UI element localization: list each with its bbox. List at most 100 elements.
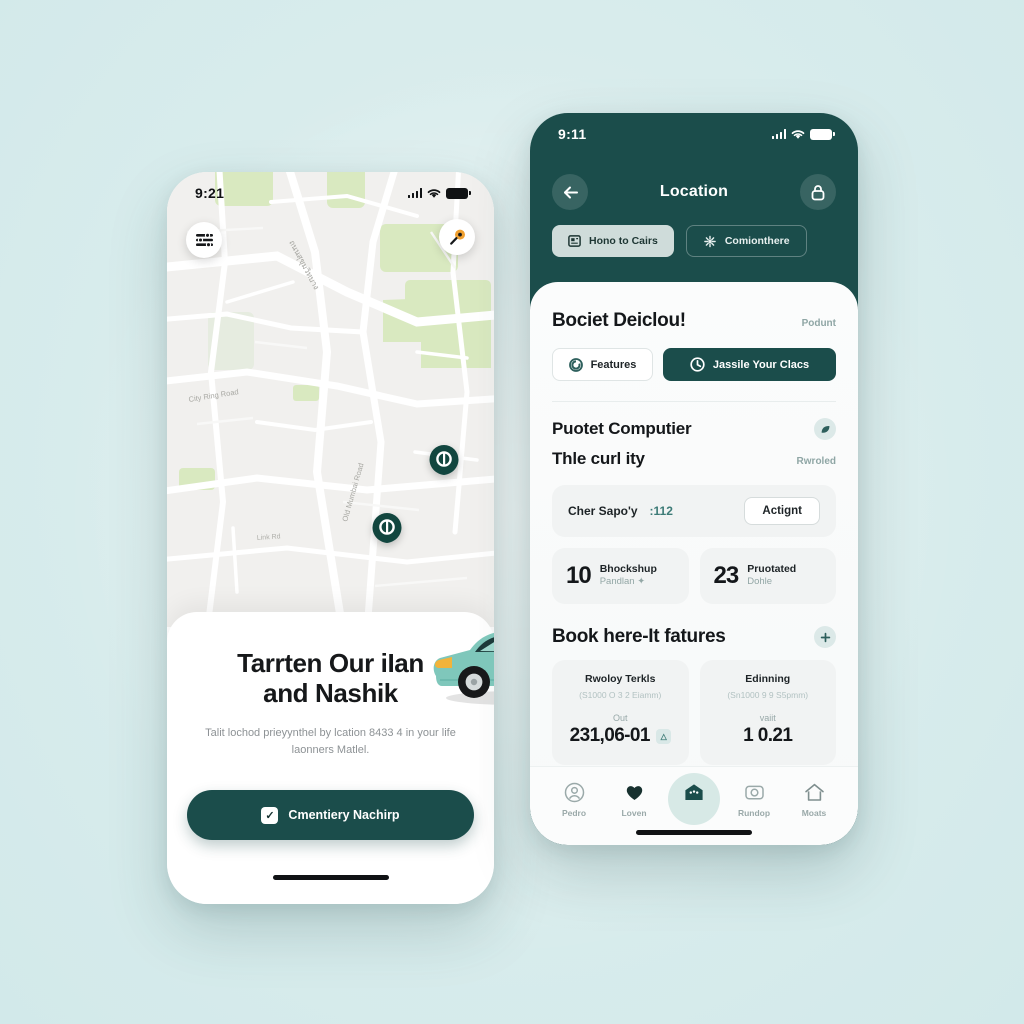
- right-header: 9:11 Location Hono to Cairs Comionthere: [530, 113, 858, 288]
- pin-location-1[interactable]: [428, 443, 460, 485]
- book-card-label: vaiit: [759, 713, 776, 723]
- location-pin-search-icon[interactable]: [439, 219, 475, 255]
- sparkle-icon: [704, 235, 716, 247]
- tab-rundop-label: Rundop: [737, 808, 771, 818]
- battery-full-icon: [810, 128, 835, 140]
- lock-button[interactable]: [800, 174, 836, 210]
- check-circle-icon: [690, 357, 705, 372]
- right-phone-mockup: 9:11 Location Hono to Cairs Comionthere …: [530, 113, 858, 845]
- arrow-left-icon: [563, 186, 578, 198]
- camera-icon: [744, 785, 764, 800]
- right-home-indicator: [636, 830, 752, 835]
- book-card-subtitle: (S1000 O 3 2 Eiamm): [579, 690, 662, 700]
- segment-jassile-your-clacs[interactable]: Jassile Your Clacs: [663, 348, 836, 381]
- segment-jassile-label: Jassile Your Clacs: [712, 358, 810, 371]
- right-nav-row: Location: [530, 171, 858, 213]
- left-sheet-title-line1: Tarrten Our iIan: [237, 648, 424, 678]
- left-phone-mockup: ถนนสุขุมวิทบาง City Ring Road Old Mumbai…: [167, 172, 494, 904]
- chip-hono-to-cairs[interactable]: Hono to Cairs: [552, 225, 674, 257]
- page-title: Location: [659, 183, 729, 200]
- tab-loven-label: Loven: [621, 808, 647, 818]
- stat-title: Bhockshup: [599, 563, 657, 576]
- stat-subtitle: Dohle: [747, 576, 773, 588]
- mid-section-subtitle-meta: Rwroled: [796, 456, 836, 467]
- pin-location-2[interactable]: [371, 511, 403, 553]
- stat-text: Bhockshup Pandlan ✦: [600, 563, 657, 588]
- book-card-value: 1 0.21: [743, 725, 793, 746]
- stat-card-pruotated[interactable]: 23 Pruotated Dohle: [699, 548, 836, 604]
- circle-arrow-icon: [568, 357, 583, 372]
- bottom-section-title: Book here-It fatures: [552, 626, 726, 647]
- continue-button-label: Cmentiery Nachirp: [288, 808, 400, 822]
- plus-badge-icon[interactable]: [814, 626, 836, 648]
- mid-section-header: Puotet Computier: [552, 418, 836, 440]
- continue-button[interactable]: ✓ Cmentiery Nachirp: [187, 790, 474, 840]
- wallet-home-icon: [685, 784, 703, 800]
- tab-pedro-label: Pedro: [561, 808, 587, 818]
- tab-loven[interactable]: Loven: [604, 777, 664, 818]
- mid-section-subtitle: Thle curl ity: [552, 449, 645, 468]
- map-view[interactable]: ถนนสุขุมวิทบาง City Ring Road Old Mumbai…: [167, 172, 494, 627]
- book-card-value: 231,06-01: [569, 725, 651, 746]
- book-card-value-row: 1 0.21: [710, 725, 827, 747]
- segment-row: Features Jassile Your Clacs: [552, 348, 836, 381]
- card-icon: [568, 235, 581, 247]
- wifi-icon: [791, 129, 805, 139]
- filter-menu-icon[interactable]: [186, 222, 222, 258]
- top-section-meta: Podunt: [801, 318, 836, 329]
- stat-card-bhockshup[interactable]: 10 Bhockshup Pandlan ✦: [552, 548, 689, 604]
- leaf-badge-icon[interactable]: [814, 418, 836, 440]
- chip-comionthere-label: Comionthere: [724, 235, 790, 247]
- mid-section-title: Puotet Computier: [552, 419, 692, 438]
- heart-icon: [626, 786, 642, 800]
- checkbox-checked-icon: ✓: [261, 806, 279, 824]
- right-status-bar: 9:11: [530, 113, 858, 155]
- book-card-value-row: 231,06-01 △: [562, 725, 679, 747]
- book-card-rwoloy-terkls[interactable]: Rwoloy Terkls (S1000 O 3 2 Eiamm) Out 23…: [552, 660, 689, 765]
- top-section-title: Bociet Deiclou!: [552, 310, 686, 331]
- header-chip-row: Hono to Cairs Comionthere: [552, 225, 807, 257]
- segment-features-label: Features: [590, 358, 637, 371]
- tab-moats-label: Moats: [801, 808, 827, 818]
- top-section-header: Bociet Deiclou! Podunt: [552, 310, 836, 332]
- left-status-time: 9:21: [195, 185, 225, 201]
- left-sheet-title-line2: and Nashik: [263, 678, 398, 709]
- left-sheet-body: Talit lochod prieyynthel by lcation 8433…: [205, 726, 456, 756]
- right-content-panel: Bociet Deiclou! Podunt Features Jassile …: [530, 282, 858, 845]
- lock-icon: [811, 184, 825, 200]
- signal-bars-icon: [407, 188, 422, 198]
- left-sheet-title: Tarrten Our iIan and Nashik: [197, 648, 464, 709]
- book-card-title: Rwoloy Terkls: [585, 673, 656, 685]
- stat-number: 10: [566, 562, 592, 589]
- book-card-edinning[interactable]: Edinning (Sn1000 9 9 S5pmm) vaiit 1 0.21: [699, 660, 836, 765]
- chip-hono-to-cairs-label: Hono to Cairs: [589, 235, 658, 247]
- tab-peymt[interactable]: Peymt: [664, 777, 724, 818]
- stat-text: Pruotated Dohle: [747, 563, 796, 588]
- right-status-time: 9:11: [558, 126, 587, 142]
- left-home-indicator: [272, 875, 389, 880]
- tab-pedro[interactable]: Pedro: [544, 777, 604, 818]
- right-status-icons: [771, 128, 835, 140]
- book-card-title: Edinning: [745, 673, 791, 685]
- tab-moats[interactable]: Moats: [784, 777, 844, 818]
- chip-comionthere[interactable]: Comionthere: [685, 225, 807, 257]
- wifi-icon: [427, 188, 441, 198]
- stat-title: Pruotated: [747, 563, 797, 576]
- book-card-row: Rwoloy Terkls (S1000 O 3 2 Eiamm) Out 23…: [552, 660, 836, 765]
- back-button[interactable]: [552, 174, 588, 210]
- supply-value: :112: [649, 504, 673, 518]
- mid-section-subheader: Thle curl ity Rwroled: [552, 449, 836, 469]
- supply-action-button[interactable]: Actignt: [744, 497, 820, 525]
- bottom-section-header: Book here-It fatures: [552, 626, 836, 648]
- left-status-bar: 9:21: [167, 172, 494, 214]
- sedan-car-illustration: [433, 632, 494, 705]
- alert-icon: △: [655, 728, 671, 744]
- signal-bars-icon: [771, 129, 786, 139]
- book-card-subtitle: (Sn1000 9 9 S5pmm): [727, 690, 809, 700]
- tab-rundop[interactable]: Rundop: [724, 777, 784, 818]
- stat-card-row: 10 Bhockshup Pandlan ✦ 23 Pruotated Dohl…: [552, 548, 836, 604]
- supply-labels: Cher Sapo'y :112: [568, 504, 673, 518]
- supply-row-card: Cher Sapo'y :112 Actignt: [552, 485, 836, 537]
- segment-features[interactable]: Features: [552, 348, 653, 381]
- profile-circle-icon: [564, 782, 584, 803]
